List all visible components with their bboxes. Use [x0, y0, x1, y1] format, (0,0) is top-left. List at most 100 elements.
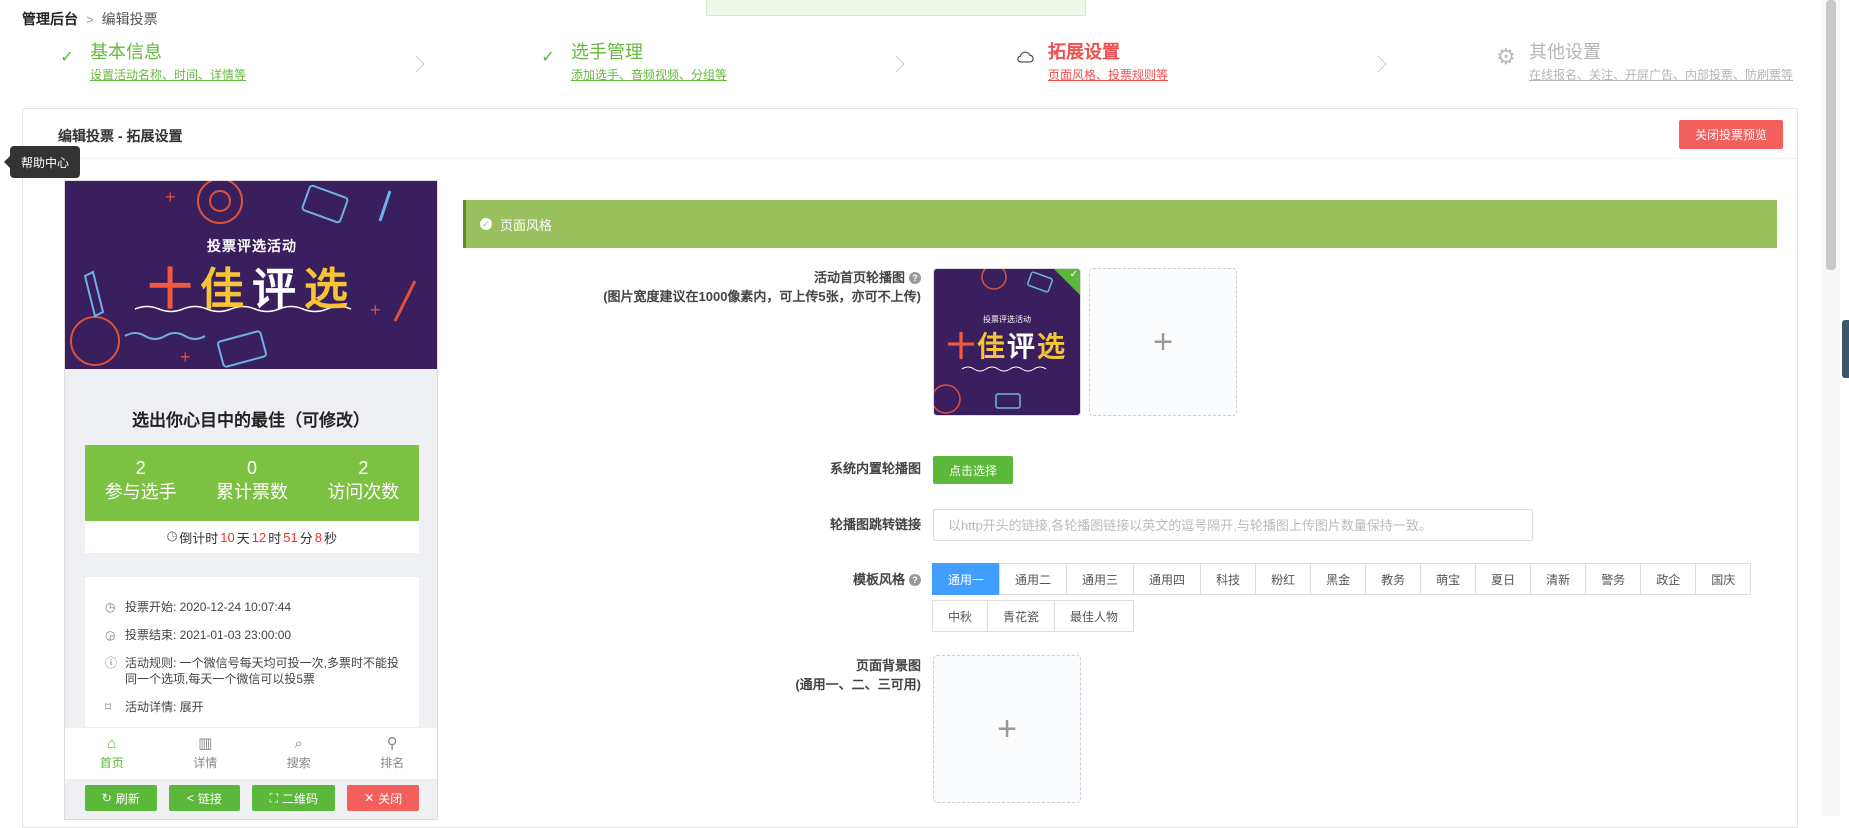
mobile-preview: + + + 投票评选活动 十佳评选 选出你心目中的最佳（可修改） 2 参与选手 0… [64, 180, 438, 820]
template-option[interactable]: 清新 [1530, 563, 1587, 595]
refresh-button[interactable]: ↻ 刷新 [85, 785, 157, 811]
help-icon[interactable]: ? [909, 574, 921, 586]
background-label: 页面背景图 (通用一、二、三可用) [795, 658, 921, 692]
template-option[interactable]: 教务 [1365, 563, 1422, 595]
carousel-hint: (图片宽度建议在1000像素内，可上传5张，亦可不上传) [603, 289, 921, 304]
stats-bar: 2 参与选手 0 累计票数 2 访问次数 [85, 445, 419, 521]
share-icon: < [186, 791, 194, 805]
step-title: 其他设置 [1529, 42, 1601, 62]
step-contestants[interactable]: ✓ 选手管理添加选手、音频视频、分组等 [539, 40, 727, 83]
link-button[interactable]: < 链接 [168, 785, 241, 811]
stat-votes: 0 累计票数 [215, 458, 288, 502]
step-sub[interactable]: 在线报名、关注、开屏广告、内部投票、防刷票等 [1529, 66, 1793, 83]
activity-title: 选出你心目中的最佳（可修改） [132, 411, 370, 430]
bar-chart-icon: ▥ [198, 735, 213, 752]
check-icon: ✓ [60, 49, 74, 66]
carousel-upload[interactable]: + [1089, 268, 1237, 416]
select-builtin-button[interactable]: 点击选择 [933, 456, 1013, 484]
step-basic-info[interactable]: ✓ 基本信息设置活动名称、时间、详情等 [58, 40, 246, 83]
template-options-row1: 通用一 通用二 通用三 通用四 科技 粉红 黑金 教务 萌宝 夏日 清新 警务 政企 国庆 [932, 563, 1752, 595]
chevron-right-icon [887, 55, 905, 73]
carousel-link-input[interactable] [933, 509, 1533, 541]
template-option[interactable]: 通用一 [932, 563, 1001, 595]
stat-contestants: 2 参与选手 [104, 458, 177, 502]
thumbnail-subtitle: 投票评选活动 [983, 315, 1031, 324]
step-sub[interactable]: 添加选手、音频视频、分组等 [571, 66, 727, 83]
step-extend-settings[interactable]: 拓展设置页面风格、投票规则等 [1016, 40, 1168, 83]
carousel-thumbnail[interactable]: 投票评选活动 十佳评选 ✓ [933, 268, 1081, 416]
expand-icon: ⛶ [269, 790, 278, 805]
step-title: 基本信息 [90, 42, 162, 62]
tab-search[interactable]: ⌕ 搜索 [252, 728, 346, 779]
breadcrumb: 管理后台 > 编辑投票 [22, 9, 158, 29]
chevron-right-icon [1369, 55, 1387, 73]
section-title: 页面风格 [500, 217, 553, 233]
preview-banner: + + + 投票评选活动 十佳评选 [65, 181, 437, 369]
chevron-right-icon [407, 55, 425, 73]
step-sub[interactable]: 页面风格、投票规则等 [1048, 66, 1168, 83]
svg-text:+: + [180, 347, 191, 367]
check-circle-icon: ✓ [480, 218, 492, 230]
tab-home[interactable]: ⌂ 首页 [65, 728, 159, 779]
breadcrumb-root[interactable]: 管理后台 [22, 9, 78, 29]
home-icon: ⌂ [107, 735, 117, 752]
qrcode-button[interactable]: ⛶ 二维码 [252, 785, 336, 811]
gear-icon: ⚙ [1496, 44, 1516, 69]
refresh-icon: ↻ [101, 791, 112, 805]
close-button[interactable]: ✕ 关闭 [347, 785, 420, 811]
breadcrumb-separator: > [86, 11, 94, 27]
template-option[interactable]: 青花瓷 [987, 600, 1056, 632]
template-option[interactable]: 最佳人物 [1054, 600, 1135, 632]
scrollbar-thumb[interactable] [1826, 0, 1836, 270]
preview-tabbar: ⌂ 首页 ▥ 详情 ⌕ 搜索 ⚲ 排名 [65, 727, 438, 779]
template-style-label: 模板风格? [853, 570, 921, 589]
carousel-label: 活动首页轮播图? (图片宽度建议在1000像素内，可上传5张，亦可不上传) [603, 270, 921, 304]
panel-title: 编辑投票 - 拓展设置 [58, 128, 183, 144]
search-icon: ⌕ [294, 735, 303, 752]
banner-title: 十佳评选 [148, 265, 356, 314]
section-header-page-style: ✓ 页面风格 [463, 200, 1777, 248]
check-icon: ✓ [541, 49, 555, 66]
template-option[interactable]: 警务 [1585, 563, 1642, 595]
template-option[interactable]: 萌宝 [1420, 563, 1477, 595]
template-option[interactable]: 黑金 [1310, 563, 1367, 595]
template-option[interactable]: 政企 [1640, 563, 1697, 595]
template-option[interactable]: 粉红 [1255, 563, 1312, 595]
top-alert [706, 0, 1086, 16]
template-option[interactable]: 通用三 [1066, 563, 1135, 595]
template-option[interactable]: 通用二 [999, 563, 1068, 595]
close-preview-button[interactable]: 关闭投票预览 [1679, 120, 1783, 149]
step-title: 选手管理 [571, 42, 643, 62]
template-option[interactable]: 夏日 [1475, 563, 1532, 595]
clock-icon: 🕒︎ [166, 529, 178, 544]
countdown: 🕒︎ 倒计时 10 天 12 时 51 分 8秒 [85, 521, 419, 553]
vote-rule: 活动规则: 一个微信号每天均可投一次,多票时不能投同一个选项,每天一个微信可以投… [125, 656, 400, 686]
plus-icon: + [997, 709, 1017, 748]
tab-rank[interactable]: ⚲ 排名 [346, 728, 438, 779]
plus-icon: + [1153, 322, 1173, 361]
template-options-row2: 中秋 青花瓷 最佳人物 [932, 600, 1135, 632]
side-handle[interactable] [1842, 320, 1849, 378]
vote-detail[interactable]: 活动详情: 展开 [125, 699, 204, 715]
scrollbar[interactable] [1822, 0, 1840, 816]
info-icon: ⓘ [105, 656, 118, 670]
template-option[interactable]: 中秋 [932, 600, 989, 632]
template-option[interactable]: 科技 [1200, 563, 1257, 595]
stat-visits: 2 访问次数 [327, 458, 400, 502]
preview-buttons: ↻ 刷新 < 链接 ⛶ 二维码 ✕ 关闭 [85, 785, 420, 811]
check-icon: ✓ [1069, 269, 1078, 280]
step-other-settings[interactable]: ⚙ 其他设置在线报名、关注、开屏广告、内部投票、防刷票等 [1496, 40, 1793, 83]
template-option[interactable]: 通用四 [1133, 563, 1202, 595]
help-icon[interactable]: ? [909, 272, 921, 284]
bookmark-icon: ⌑ [105, 700, 112, 714]
vote-end: 投票结束: 2021-01-03 23:00:00 [125, 628, 292, 642]
help-center-tooltip[interactable]: 帮助中心 [4, 146, 80, 178]
template-option[interactable]: 国庆 [1695, 563, 1752, 595]
step-title: 拓展设置 [1048, 42, 1120, 62]
close-icon: ✕ [364, 791, 375, 805]
step-sub[interactable]: 设置活动名称、时间、详情等 [90, 66, 246, 83]
background-upload[interactable]: + [933, 655, 1081, 803]
tab-detail[interactable]: ▥ 详情 [159, 728, 253, 779]
thumbnail-title: 十佳评选 [946, 331, 1068, 362]
carousel-link-label: 轮播图跳转链接 [829, 517, 921, 532]
